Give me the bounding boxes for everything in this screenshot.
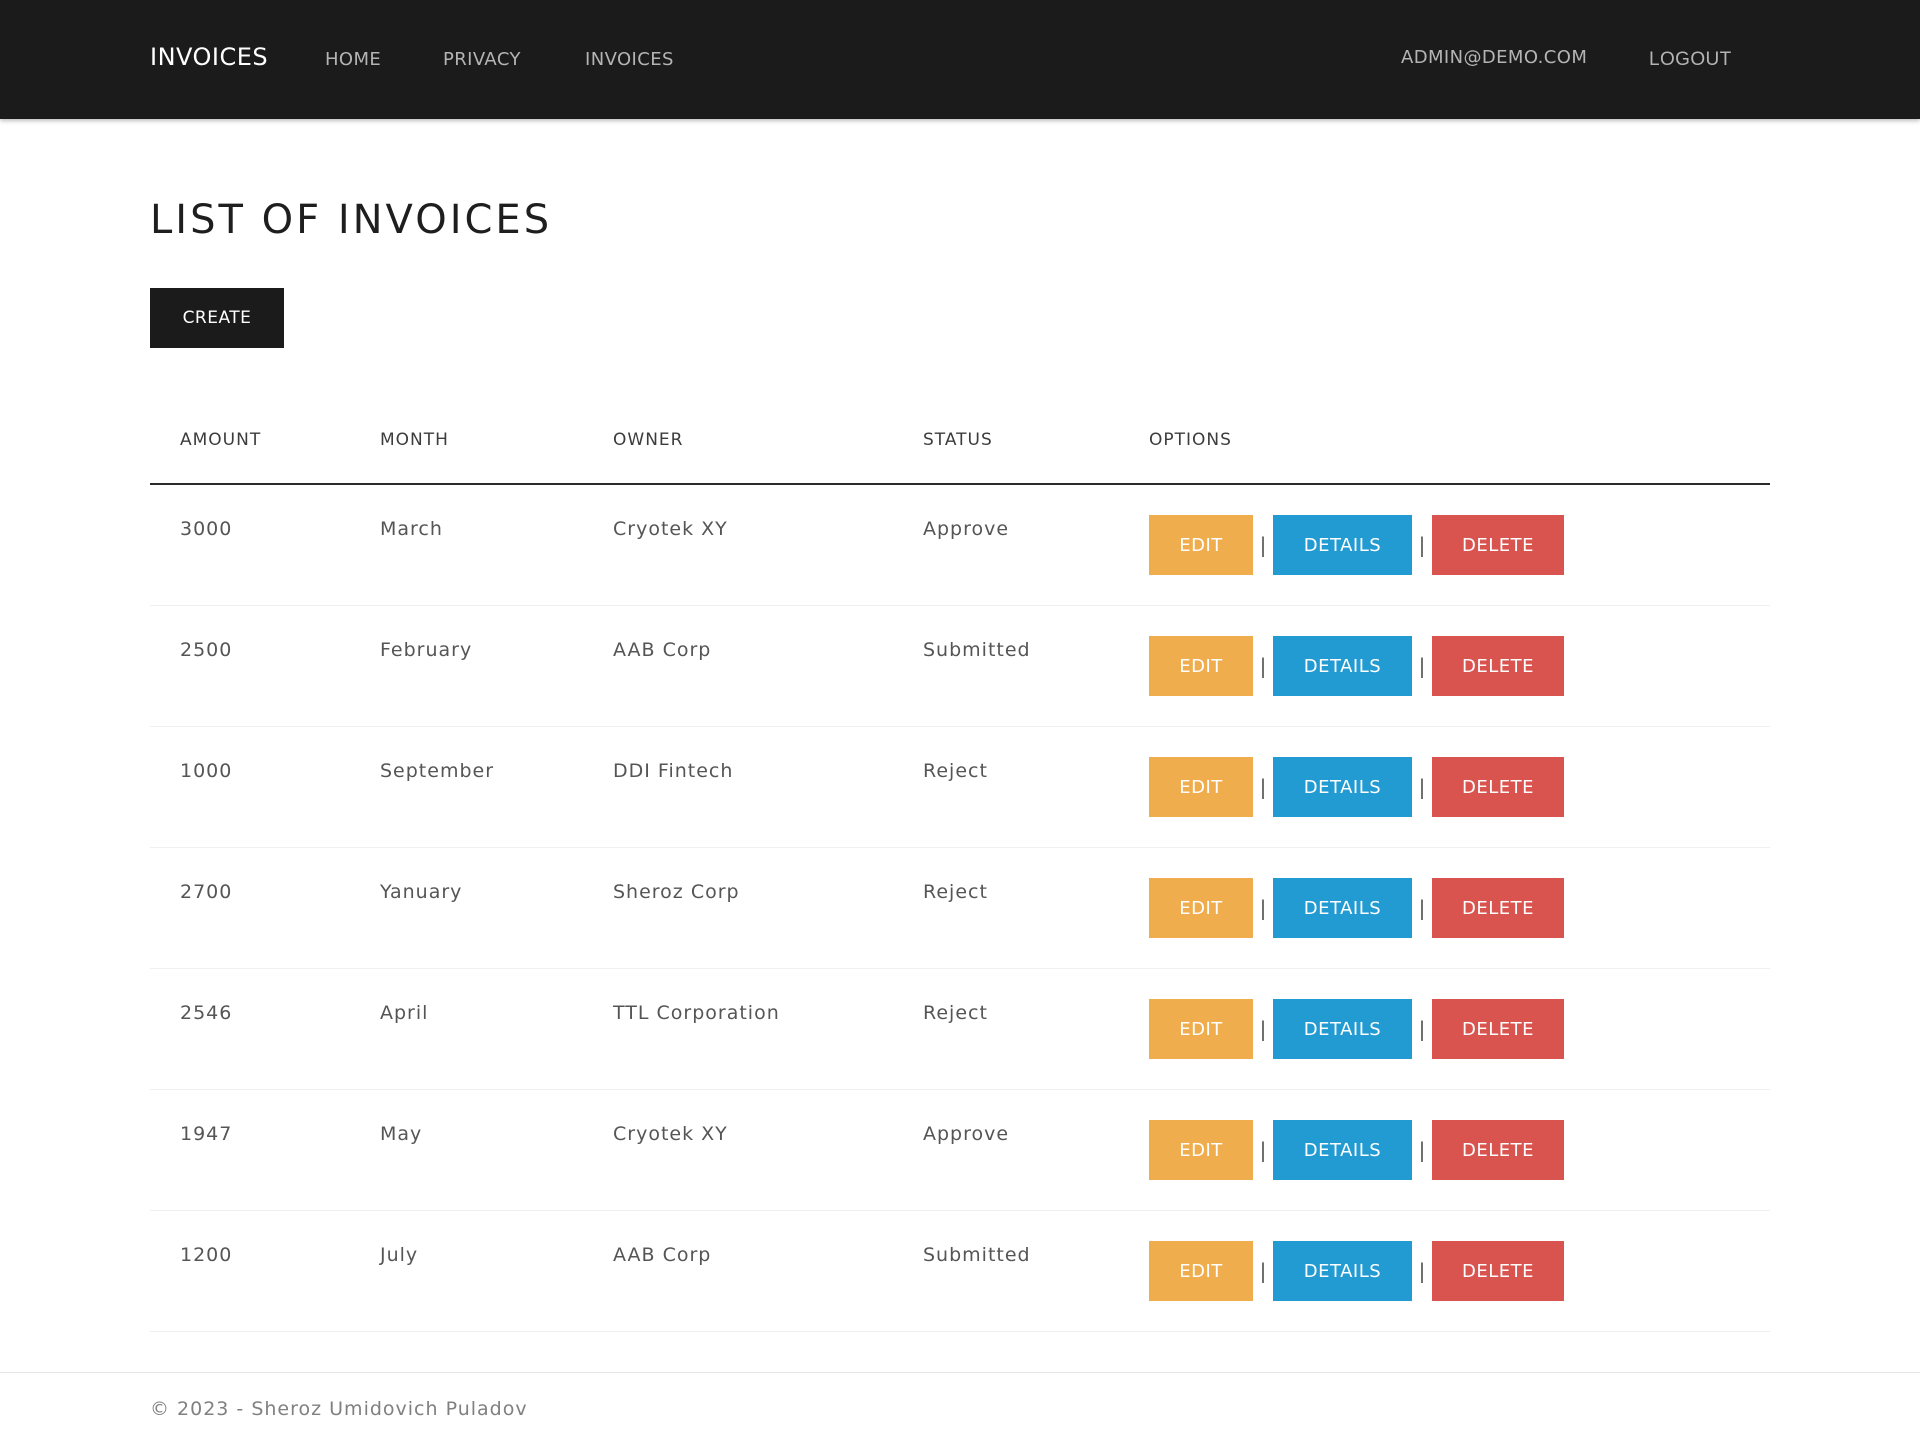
page-title: LIST OF INVOICES (150, 197, 553, 243)
nav-home-link[interactable]: HOME (325, 49, 381, 70)
delete-button[interactable]: DELETE (1432, 999, 1564, 1059)
row-options: EDIT | DETAILS | DELETE (1149, 515, 1564, 575)
details-button[interactable]: DETAILS (1273, 1120, 1412, 1180)
table-row: 1000 September DDI Fintech Reject EDIT |… (150, 727, 1770, 848)
edit-button[interactable]: EDIT (1149, 1120, 1253, 1180)
separator: | (1418, 1259, 1426, 1283)
edit-button[interactable]: EDIT (1149, 636, 1253, 696)
cell-status: Approve (923, 1123, 1010, 1145)
cell-owner: DDI Fintech (613, 760, 734, 782)
details-button[interactable]: DETAILS (1273, 757, 1412, 817)
cell-owner: Cryotek XY (613, 1123, 728, 1145)
cell-owner: AAB Corp (613, 1244, 712, 1266)
cell-month: May (380, 1123, 423, 1145)
edit-button[interactable]: EDIT (1149, 1241, 1253, 1301)
brand-link[interactable]: INVOICES (150, 43, 268, 71)
separator: | (1418, 1138, 1426, 1162)
cell-status: Approve (923, 518, 1010, 540)
header-month: MONTH (380, 430, 449, 450)
cell-amount: 2500 (180, 639, 233, 661)
cell-amount: 1947 (180, 1123, 233, 1145)
row-options: EDIT | DETAILS | DELETE (1149, 1120, 1564, 1180)
cell-amount: 3000 (180, 518, 233, 540)
logout-link[interactable]: LOGOUT (1649, 49, 1732, 71)
table-body: 3000 March Cryotek XY Approve EDIT | DET… (150, 485, 1770, 1332)
nav-invoices-link[interactable]: INVOICES (585, 49, 674, 70)
cell-amount: 2700 (180, 881, 233, 903)
header-status: STATUS (923, 430, 993, 450)
create-button[interactable]: CREATE (150, 288, 284, 348)
details-button[interactable]: DETAILS (1273, 515, 1412, 575)
cell-month: July (380, 1244, 419, 1266)
delete-button[interactable]: DELETE (1432, 515, 1564, 575)
header-amount: AMOUNT (180, 430, 262, 450)
cell-status: Submitted (923, 1244, 1031, 1266)
nav-user-link[interactable]: ADMIN@DEMO.COM (1401, 47, 1587, 68)
cell-month: April (380, 1002, 429, 1024)
separator: | (1418, 654, 1426, 678)
cell-amount: 1200 (180, 1244, 233, 1266)
row-options: EDIT | DETAILS | DELETE (1149, 999, 1564, 1059)
cell-owner: Cryotek XY (613, 518, 728, 540)
row-options: EDIT | DETAILS | DELETE (1149, 757, 1564, 817)
table-row: 1200 July AAB Corp Submitted EDIT | DETA… (150, 1211, 1770, 1332)
delete-button[interactable]: DELETE (1432, 636, 1564, 696)
edit-button[interactable]: EDIT (1149, 999, 1253, 1059)
nav-privacy-link[interactable]: PRIVACY (443, 49, 521, 70)
details-button[interactable]: DETAILS (1273, 878, 1412, 938)
table-row: 2700 Yanuary Sheroz Corp Reject EDIT | D… (150, 848, 1770, 969)
cell-amount: 1000 (180, 760, 233, 782)
cell-status: Submitted (923, 639, 1031, 661)
table-row: 3000 March Cryotek XY Approve EDIT | DET… (150, 485, 1770, 606)
separator: | (1259, 775, 1267, 799)
header-options: OPTIONS (1149, 430, 1232, 450)
cell-month: Yanuary (380, 881, 463, 903)
footer-copyright: © 2023 - Sheroz Umidovich Puladov (150, 1398, 528, 1420)
row-options: EDIT | DETAILS | DELETE (1149, 878, 1564, 938)
table-row: 1947 May Cryotek XY Approve EDIT | DETAI… (150, 1090, 1770, 1211)
cell-status: Reject (923, 1002, 988, 1024)
row-options: EDIT | DETAILS | DELETE (1149, 1241, 1564, 1301)
details-button[interactable]: DETAILS (1273, 999, 1412, 1059)
cell-month: February (380, 639, 473, 661)
separator: | (1259, 654, 1267, 678)
details-button[interactable]: DETAILS (1273, 636, 1412, 696)
separator: | (1418, 1017, 1426, 1041)
separator: | (1259, 1017, 1267, 1041)
cell-owner: Sheroz Corp (613, 881, 740, 903)
header-owner: OWNER (613, 430, 684, 450)
cell-status: Reject (923, 881, 988, 903)
edit-button[interactable]: EDIT (1149, 757, 1253, 817)
table-row: 2546 April TTL Corporation Reject EDIT |… (150, 969, 1770, 1090)
top-navbar: INVOICES HOME PRIVACY INVOICES ADMIN@DEM… (0, 0, 1920, 119)
row-options: EDIT | DETAILS | DELETE (1149, 636, 1564, 696)
table-row: 2500 February AAB Corp Submitted EDIT | … (150, 606, 1770, 727)
cell-month: September (380, 760, 495, 782)
separator: | (1418, 775, 1426, 799)
cell-month: March (380, 518, 443, 540)
separator: | (1259, 896, 1267, 920)
footer-divider (0, 1372, 1920, 1373)
separator: | (1259, 1259, 1267, 1283)
separator: | (1259, 533, 1267, 557)
cell-amount: 2546 (180, 1002, 233, 1024)
separator: | (1259, 1138, 1267, 1162)
separator: | (1418, 896, 1426, 920)
cell-owner: TTL Corporation (613, 1002, 780, 1024)
delete-button[interactable]: DELETE (1432, 1241, 1564, 1301)
invoices-table: AMOUNT MONTH OWNER STATUS OPTIONS 3000 M… (150, 410, 1770, 1332)
delete-button[interactable]: DELETE (1432, 878, 1564, 938)
cell-owner: AAB Corp (613, 639, 712, 661)
cell-status: Reject (923, 760, 988, 782)
delete-button[interactable]: DELETE (1432, 1120, 1564, 1180)
table-header: AMOUNT MONTH OWNER STATUS OPTIONS (150, 410, 1770, 485)
separator: | (1418, 533, 1426, 557)
delete-button[interactable]: DELETE (1432, 757, 1564, 817)
edit-button[interactable]: EDIT (1149, 878, 1253, 938)
edit-button[interactable]: EDIT (1149, 515, 1253, 575)
details-button[interactable]: DETAILS (1273, 1241, 1412, 1301)
